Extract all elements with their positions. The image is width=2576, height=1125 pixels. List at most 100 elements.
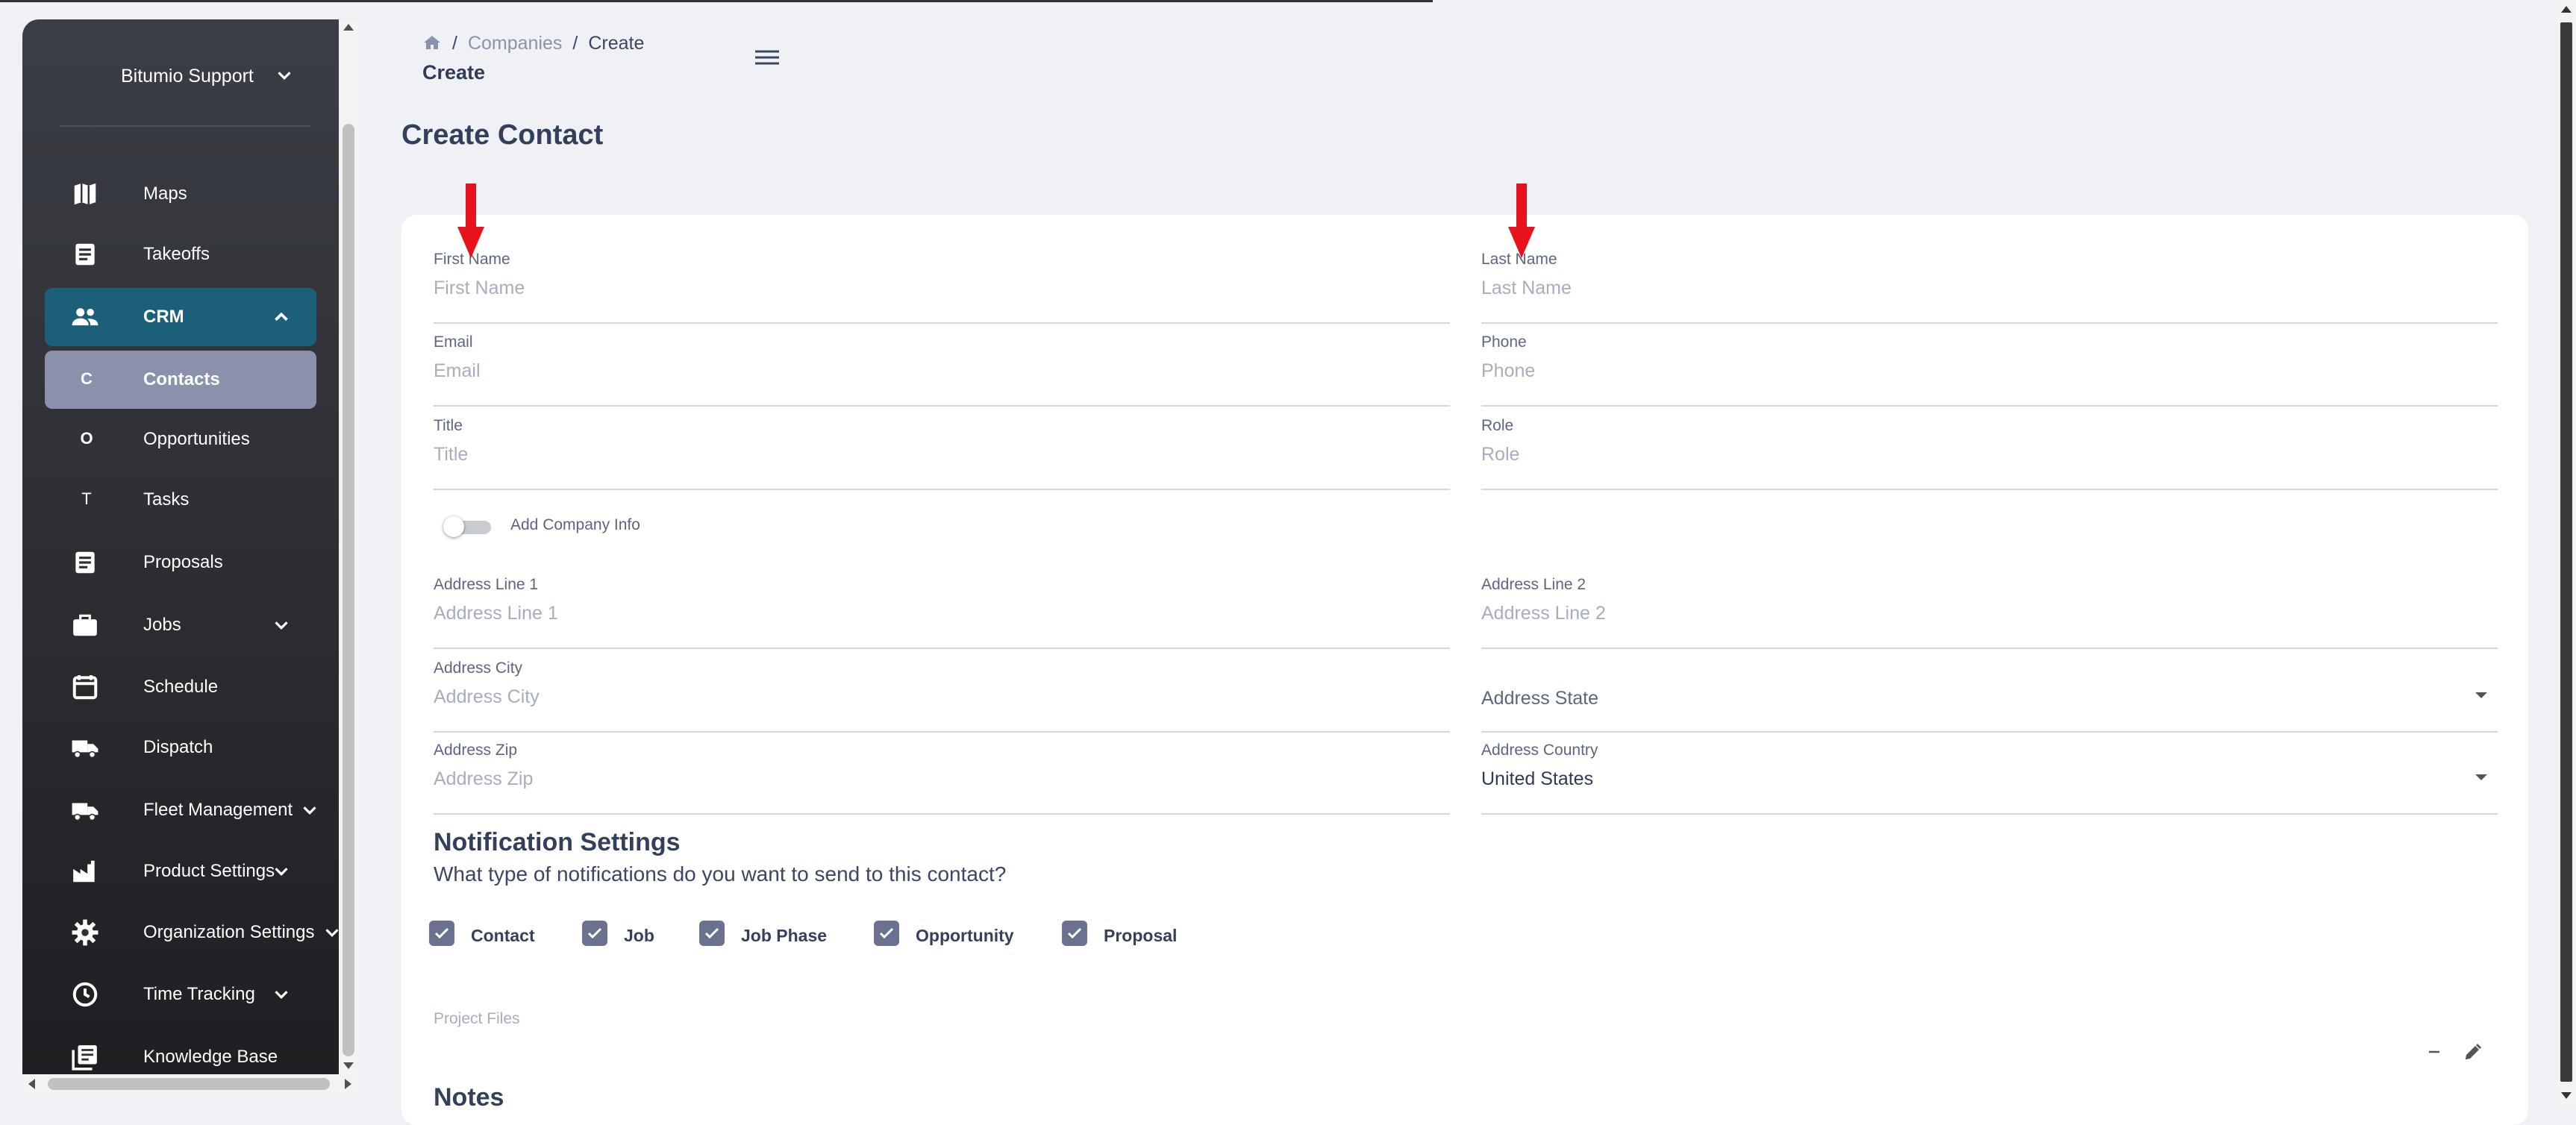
sidebar-item-product-settings[interactable]: Product Settings — [45, 842, 316, 900]
project-files-label: Project Files — [434, 1010, 520, 1027]
sidebar: Bitumio Support Maps Takeoffs CRM C Cont… — [22, 19, 339, 1074]
sidebar-item-proposals[interactable]: Proposals — [45, 533, 316, 592]
address-state-select[interactable]: Address State — [1481, 659, 2498, 733]
breadcrumb-companies[interactable]: Companies — [468, 33, 562, 54]
scroll-left-arrow-icon[interactable] — [28, 1079, 35, 1089]
notification-settings-title: Notification Settings — [434, 828, 681, 856]
role-field[interactable]: Role Role — [1481, 417, 2498, 490]
role-input[interactable]: Role — [1481, 444, 1519, 466]
window-top-border — [0, 0, 1433, 2]
checkbox-label: Job Phase — [741, 926, 828, 945]
scroll-up-arrow-icon[interactable] — [343, 24, 354, 31]
sidebar-item-label: Time Tracking — [143, 984, 255, 1004]
checkbox-checked-icon[interactable] — [1062, 921, 1087, 946]
address-city-field[interactable]: Address City Address City — [434, 659, 1450, 733]
checkbox-label: Proposal — [1104, 926, 1178, 945]
sidebar-item-schedule[interactable]: Schedule — [45, 658, 316, 716]
sidebar-item-label: Contacts — [143, 369, 220, 389]
sidebar-item-time-tracking[interactable]: Time Tracking — [45, 965, 316, 1024]
minus-icon[interactable] — [2425, 1043, 2443, 1061]
sidebar-item-contacts[interactable]: C Contacts — [45, 351, 316, 409]
checkbox-checked-icon[interactable] — [699, 921, 725, 946]
scrollbar-thumb[interactable] — [343, 124, 354, 1056]
chevron-down-icon — [325, 929, 339, 937]
address-country-select[interactable]: Address Country United States — [1481, 742, 2498, 815]
scroll-down-arrow-icon[interactable] — [2561, 1092, 2572, 1099]
sidebar-item-label: Takeoffs — [143, 244, 210, 264]
sidebar-item-knowledge-base[interactable]: Knowledge Base — [45, 1028, 316, 1074]
sidebar-item-jobs[interactable]: Jobs — [45, 596, 316, 654]
email-input[interactable]: Email — [434, 360, 481, 382]
scroll-right-arrow-icon[interactable] — [345, 1079, 351, 1089]
checkbox-checked-icon[interactable] — [874, 921, 899, 946]
breadcrumb-separator: / — [452, 33, 457, 54]
hamburger-menu-icon[interactable] — [752, 45, 782, 70]
sidebar-item-label: Opportunities — [143, 429, 250, 449]
sidebar-item-label: Maps — [143, 184, 187, 204]
sidebar-item-fleet-management[interactable]: Fleet Management — [45, 781, 316, 839]
sidebar-item-organization-settings[interactable]: Organization Settings — [45, 903, 339, 962]
sidebar-item-tasks[interactable]: T Tasks — [45, 471, 316, 529]
first-name-input[interactable]: First Name — [434, 278, 525, 299]
truck-icon — [72, 803, 99, 821]
field-label: Title — [434, 417, 463, 434]
sidebar-item-crm[interactable]: CRM — [45, 288, 316, 346]
address-zip-field[interactable]: Address Zip Address Zip — [434, 742, 1450, 815]
sidebar-item-opportunities[interactable]: O Opportunities — [45, 410, 316, 469]
briefcase-icon — [73, 614, 97, 636]
address-line2-field[interactable]: Address Line 2 Address Line 2 — [1481, 576, 2498, 649]
sidebar-item-dispatch[interactable]: Dispatch — [45, 718, 316, 777]
company-info-label: Add Company Info — [510, 516, 640, 533]
sidebar-item-letter: T — [81, 489, 92, 508]
scrollbar-thumb[interactable] — [2560, 22, 2572, 1082]
sidebar-item-label: Schedule — [143, 677, 219, 697]
address-line1-input[interactable]: Address Line 1 — [434, 603, 558, 624]
address-city-input[interactable]: Address City — [434, 686, 540, 708]
page-vertical-scrollbar[interactable] — [2557, 0, 2576, 1107]
chevron-up-icon — [275, 312, 288, 322]
edit-pencil-icon[interactable] — [2463, 1040, 2485, 1062]
dropdown-caret-icon — [2475, 774, 2487, 780]
truck-icon — [72, 740, 99, 759]
notes-title: Notes — [434, 1083, 504, 1112]
field-label: Role — [1481, 417, 1514, 434]
people-icon — [72, 308, 99, 326]
sidebar-item-label: Product Settings — [143, 861, 275, 881]
email-field[interactable]: Email Email — [434, 333, 1450, 407]
first-name-field[interactable]: First Name First Name — [434, 251, 1450, 324]
sidebar-horizontal-scrollbar[interactable] — [22, 1074, 358, 1094]
address-zip-input[interactable]: Address Zip — [434, 768, 533, 790]
last-name-input[interactable]: Last Name — [1481, 278, 1572, 299]
address-line1-field[interactable]: Address Line 1 Address Line 1 — [434, 576, 1450, 649]
scroll-up-arrow-icon[interactable] — [2561, 6, 2572, 13]
sidebar-item-takeoffs[interactable]: Takeoffs — [45, 225, 316, 283]
breadcrumb-separator: / — [572, 33, 578, 54]
map-icon — [74, 183, 96, 205]
scroll-down-arrow-icon[interactable] — [343, 1062, 354, 1069]
field-label: Phone — [1481, 333, 1527, 351]
factory-icon — [73, 860, 95, 883]
breadcrumb: / Companies / Create — [422, 33, 644, 54]
home-icon[interactable] — [422, 34, 442, 51]
sidebar-item-label: Dispatch — [143, 737, 213, 757]
chevron-down-icon — [275, 621, 288, 630]
contact-form-card: First Name First Name Last Name Last Nam… — [401, 215, 2528, 1125]
field-label: Address City — [434, 659, 523, 677]
title-input[interactable]: Title — [434, 444, 468, 466]
phone-field[interactable]: Phone Phone — [1481, 333, 2498, 407]
checkbox-label: Contact — [471, 926, 535, 945]
red-arrow-annotation-icon — [457, 184, 484, 258]
address-line2-input[interactable]: Address Line 2 — [1481, 603, 1606, 624]
sidebar-vertical-scrollbar[interactable] — [339, 19, 358, 1074]
user-menu[interactable]: Bitumio Support — [22, 19, 339, 124]
company-info-toggle[interactable] — [443, 515, 493, 537]
checkbox-checked-icon[interactable] — [429, 921, 454, 946]
scrollbar-thumb[interactable] — [48, 1078, 330, 1090]
phone-input[interactable]: Phone — [1481, 360, 1535, 382]
sidebar-item-maps[interactable]: Maps — [45, 165, 316, 223]
checkbox-checked-icon[interactable] — [582, 921, 607, 946]
title-field[interactable]: Title Title — [434, 417, 1450, 490]
sidebar-item-label: Proposals — [143, 552, 223, 572]
field-label: Email — [434, 333, 473, 351]
last-name-field[interactable]: Last Name Last Name — [1481, 251, 2498, 324]
